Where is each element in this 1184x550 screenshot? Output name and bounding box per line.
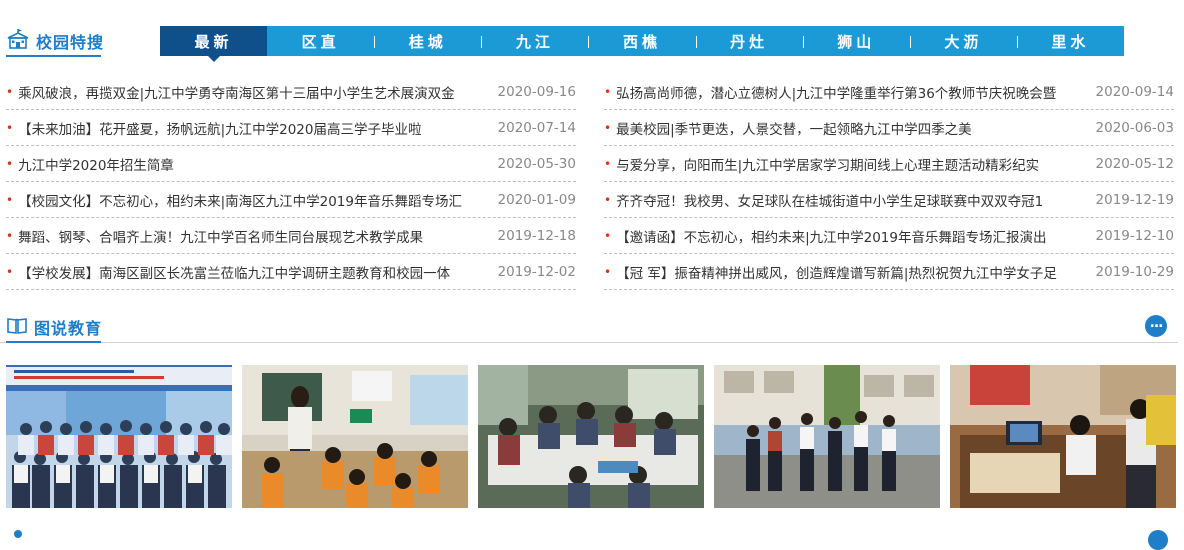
- news-title[interactable]: 【冠 军】振奋精神拼出威风，创造辉煌谱写新篇|热烈祝贺九江中学女子足: [616, 262, 1057, 282]
- photo-news-header: 图说教育 ...: [0, 312, 1184, 344]
- tab-dali[interactable]: 大沥: [909, 26, 1017, 56]
- list-item[interactable]: • 与爱分享，向阳而生|九江中学居家学习期间线上心理主题活动精彩纪实 2020-0…: [604, 146, 1174, 182]
- group-photo-students[interactable]: [6, 365, 232, 508]
- bullet-icon: •: [6, 120, 14, 135]
- section-title-campus: 校园特搜: [6, 26, 104, 56]
- list-item[interactable]: • 【未来加油】花开盛夏，扬帆远航|九江中学2020届高三学子毕业啦 2020-0…: [6, 110, 576, 146]
- list-item[interactable]: • 齐齐夺冠！我校男、女足球队在桂城街道中小学生足球联赛中双双夺冠1 2019-1…: [604, 182, 1174, 218]
- news-date: 2020-05-12: [1095, 155, 1174, 172]
- list-item[interactable]: • 【邀请函】不忘初心，相约未来|九江中学2019年音乐舞蹈专场汇报演出 2019…: [604, 218, 1174, 254]
- news-link[interactable]: • 【未来加油】花开盛夏，扬帆远航|九江中学2020届高三学子毕业啦: [6, 118, 421, 138]
- tab-xiqiao[interactable]: 西樵: [588, 26, 695, 56]
- news-link[interactable]: • 【邀请函】不忘初心，相约未来|九江中学2019年音乐舞蹈专场汇报演出: [604, 226, 1046, 246]
- news-date: 2020-09-16: [497, 83, 576, 100]
- news-title[interactable]: 【学校发展】南海区副区长冼富兰莅临九江中学调研主题教育和校园一体: [18, 262, 450, 282]
- news-title[interactable]: 九江中学2020年招生简章: [18, 154, 174, 174]
- bullet-icon: •: [6, 84, 14, 99]
- news-title[interactable]: 【邀请函】不忘初心，相约未来|九江中学2019年音乐舞蹈专场汇报演出: [616, 226, 1046, 246]
- bullet-icon: •: [604, 120, 612, 135]
- news-date: 2020-05-30: [497, 155, 576, 172]
- meeting-room-photo[interactable]: [478, 365, 704, 508]
- bullet-icon: •: [6, 156, 14, 171]
- tab-latest[interactable]: 最新: [160, 26, 268, 62]
- bullet-icon: •: [6, 264, 14, 279]
- bullet-icon: •: [604, 264, 612, 279]
- news-date: 2020-06-03: [1095, 119, 1174, 136]
- list-item[interactable]: • 乘风破浪，再揽双金|九江中学勇夺南海区第十三届中小学生艺术展演双金 2020-…: [6, 74, 576, 110]
- news-title[interactable]: 齐齐夺冠！我校男、女足球队在桂城街道中小学生足球联赛中双双夺冠1: [616, 190, 1043, 210]
- tab-jiujiang[interactable]: 九江: [481, 26, 588, 56]
- news-link[interactable]: • 【冠 军】振奋精神拼出威风，创造辉煌谱写新篇|热烈祝贺九江中学女子足: [604, 262, 1057, 282]
- bullet-icon: •: [604, 156, 612, 171]
- news-link[interactable]: • 乘风破浪，再揽双金|九江中学勇夺南海区第十三届中小学生艺术展演双金: [6, 82, 455, 102]
- more-dots-icon[interactable]: ...: [1145, 315, 1167, 337]
- home-study-photo[interactable]: [950, 365, 1176, 508]
- list-item[interactable]: • 九江中学2020年招生简章 2020-05-30: [6, 146, 576, 182]
- news-title[interactable]: 【未来加油】花开盛夏，扬帆远航|九江中学2020届高三学子毕业啦: [18, 118, 421, 138]
- section-title-text: 图说教育: [34, 319, 103, 338]
- news-date: 2020-07-14: [497, 119, 576, 136]
- news-link[interactable]: • 舞蹈、钢琴、合唱齐上演！九江中学百名师生同台展现艺术教学成果: [6, 226, 423, 246]
- tab-district[interactable]: 区直: [267, 26, 374, 56]
- list-item[interactable]: • 【校园文化】不忘初心，相约未来|南海区九江中学2019年音乐舞蹈专场汇 202…: [6, 182, 576, 218]
- next-section-peek: [0, 528, 1184, 550]
- photo-gallery: [6, 365, 1178, 508]
- news-list-right: • 弘扬高尚师德，潜心立德树人|九江中学隆重举行第36个教师节庆祝晚会暨 2020…: [604, 74, 1174, 290]
- bullet-icon: •: [6, 228, 14, 243]
- bullet-icon: •: [604, 192, 612, 207]
- classroom-teacher-photo[interactable]: [242, 365, 468, 508]
- news-title[interactable]: 与爱分享，向阳而生|九江中学居家学习期间线上心理主题活动精彩纪实: [616, 154, 1039, 174]
- news-title[interactable]: 最美校园|季节更迭，人景交替，一起领略九江中学四季之美: [616, 118, 972, 138]
- news-link[interactable]: • 与爱分享，向阳而生|九江中学居家学习期间线上心理主题活动精彩纪实: [604, 154, 1039, 174]
- news-link[interactable]: • 弘扬高尚师德，潜心立德树人|九江中学隆重举行第36个教师节庆祝晚会暨: [604, 82, 1056, 102]
- list-item[interactable]: • 【冠 军】振奋精神拼出威风，创造辉煌谱写新篇|热烈祝贺九江中学女子足 2019…: [604, 254, 1174, 290]
- tab-lishui[interactable]: 里水: [1016, 26, 1124, 56]
- campus-news-header: 校园特搜 最新 区直 桂城 九江 西樵 丹灶 狮山 大沥 里水: [0, 26, 1184, 62]
- news-link[interactable]: • 【学校发展】南海区副区长冼富兰莅临九江中学调研主题教育和校园一体: [6, 262, 450, 282]
- news-date: 2020-01-09: [497, 191, 576, 208]
- news-date: 2020-09-14: [1095, 83, 1174, 100]
- tab-danzao[interactable]: 丹灶: [695, 26, 803, 56]
- news-title[interactable]: 舞蹈、钢琴、合唱齐上演！九江中学百名师生同台展现艺术教学成果: [18, 226, 423, 246]
- list-item[interactable]: • 弘扬高尚师德，潜心立德树人|九江中学隆重举行第36个教师节庆祝晚会暨 2020…: [604, 74, 1174, 110]
- section-title-underline: [6, 55, 101, 57]
- section-title-underline: [6, 341, 101, 343]
- list-item[interactable]: • 【学校发展】南海区副区长冼富兰莅临九江中学调研主题教育和校园一体 2019-1…: [6, 254, 576, 290]
- news-link[interactable]: • 【校园文化】不忘初心，相约未来|南海区九江中学2019年音乐舞蹈专场汇: [6, 190, 462, 210]
- news-title[interactable]: 弘扬高尚师德，潜心立德树人|九江中学隆重举行第36个教师节庆祝晚会暨: [616, 82, 1056, 102]
- more-button-peek: [1148, 530, 1168, 550]
- section-icon-peek: [14, 530, 22, 538]
- bullet-icon: •: [6, 192, 14, 207]
- news-link[interactable]: • 齐齐夺冠！我校男、女足球队在桂城街道中小学生足球联赛中双双夺冠1: [604, 190, 1043, 210]
- school-building-icon: [6, 28, 30, 54]
- news-date: 2019-12-18: [497, 227, 576, 244]
- news-date: 2019-10-29: [1095, 263, 1174, 280]
- news-date: 2019-12-10: [1095, 227, 1174, 244]
- list-item[interactable]: • 舞蹈、钢琴、合唱齐上演！九江中学百名师生同台展现艺术教学成果 2019-12-…: [6, 218, 576, 254]
- bullet-icon: •: [604, 84, 612, 99]
- tab-shishan[interactable]: 狮山: [802, 26, 910, 56]
- news-link[interactable]: • 最美校园|季节更迭，人景交替，一起领略九江中学四季之美: [604, 118, 972, 138]
- news-title[interactable]: 【校园文化】不忘初心，相约未来|南海区九江中学2019年音乐舞蹈专场汇: [18, 190, 462, 210]
- bullet-icon: •: [604, 228, 612, 243]
- tab-guicheng[interactable]: 桂城: [374, 26, 481, 56]
- list-item[interactable]: • 最美校园|季节更迭，人景交替，一起领略九江中学四季之美 2020-06-03: [604, 110, 1174, 146]
- section-title-text: 校园特搜: [36, 33, 105, 52]
- campus-visit-photo[interactable]: [714, 365, 940, 508]
- region-tabs: 最新 区直 桂城 九江 西樵 丹灶 狮山 大沥 里水: [160, 26, 1124, 62]
- news-date: 2019-12-02: [497, 263, 576, 280]
- open-book-icon: [6, 315, 28, 339]
- news-link[interactable]: • 九江中学2020年招生简章: [6, 154, 174, 174]
- section-title-photo: 图说教育: [6, 312, 102, 342]
- news-title[interactable]: 乘风破浪，再揽双金|九江中学勇夺南海区第十三届中小学生艺术展演双金: [18, 82, 455, 102]
- news-list-left: • 乘风破浪，再揽双金|九江中学勇夺南海区第十三届中小学生艺术展演双金 2020-…: [6, 74, 576, 290]
- news-date: 2019-12-19: [1095, 191, 1174, 208]
- section-divider: [0, 342, 1178, 343]
